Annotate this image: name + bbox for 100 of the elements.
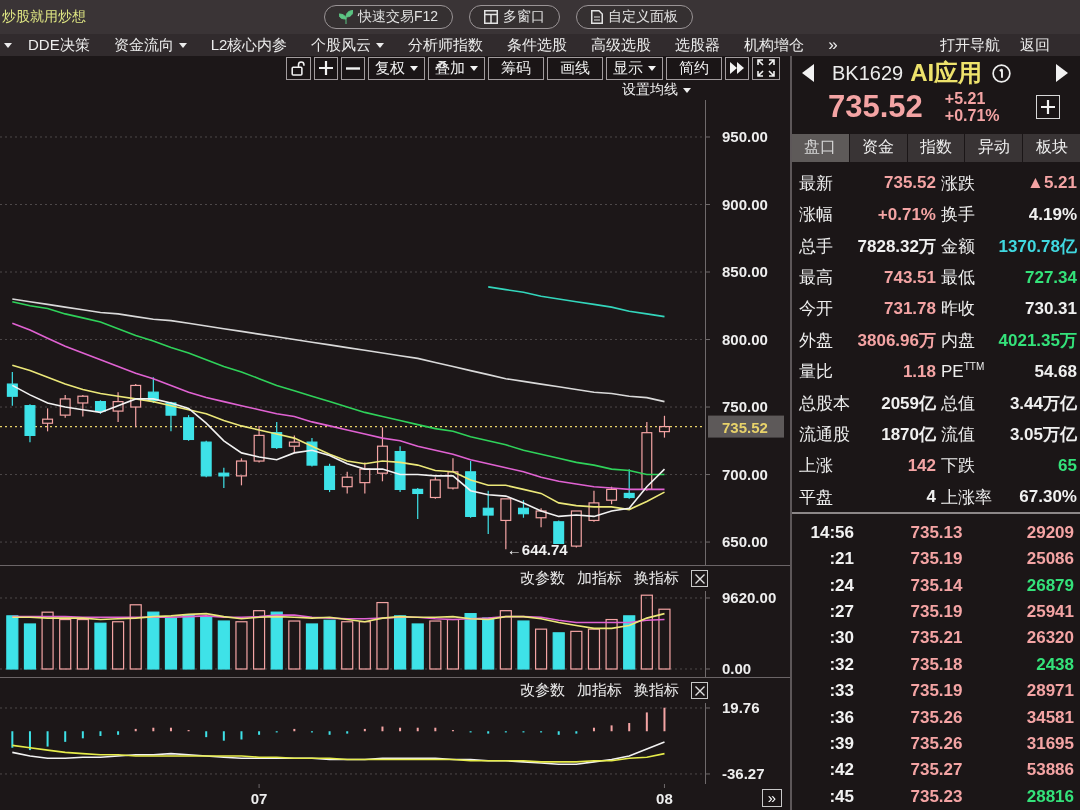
candlestick [359, 461, 371, 495]
stat-label: 上涨率 [941, 486, 992, 509]
menu-item[interactable]: DDE决策 [28, 35, 90, 55]
fullscreen-button[interactable] [752, 56, 780, 80]
stat-value: 1870亿 [881, 424, 936, 446]
macd-bar [592, 727, 595, 732]
stat-label: 流值 [941, 424, 975, 446]
stat-value: 4 [926, 487, 936, 508]
stat-label: 涨跌 [941, 172, 975, 195]
menu-item[interactable]: 高级选股 [591, 35, 652, 55]
toolbar-button[interactable]: 叠加 [428, 56, 485, 80]
lock-button[interactable] [286, 56, 311, 80]
stat-label: 总股本 [799, 392, 850, 415]
macd-bar [434, 727, 437, 732]
candlestick [271, 421, 283, 450]
candlestick [447, 457, 459, 490]
circled-one-icon[interactable] [992, 63, 1012, 83]
volume-bar [6, 615, 19, 670]
nav-link[interactable]: 返回 [1020, 35, 1050, 55]
tab[interactable]: 指数 [907, 133, 965, 162]
trade-price: 735.26 [909, 707, 964, 728]
macd-bar [134, 728, 137, 732]
last-price: 735.52 [828, 88, 923, 125]
macd-bar [293, 728, 296, 732]
stat-value: 4.19% [1028, 204, 1077, 225]
candlestick [570, 510, 582, 549]
stat-value: 4021.35万 [998, 329, 1077, 352]
volume-bar [658, 608, 671, 670]
menu-item[interactable]: 个股风云 [311, 35, 385, 55]
toolbar-button[interactable]: 简约 [666, 56, 722, 80]
add-button[interactable] [1036, 94, 1060, 119]
volume-bar [535, 628, 548, 670]
indicator-action[interactable]: 换指标 [634, 681, 679, 700]
minus-button[interactable] [341, 56, 365, 80]
trade-price: 735.23 [909, 786, 964, 807]
stat-value: 67.30% [1019, 487, 1077, 508]
menu-item[interactable]: 条件选股 [507, 35, 568, 55]
trade-time: :33 [828, 681, 854, 702]
indicator-action[interactable]: 加指标 [577, 569, 622, 588]
fast-forward-icon [730, 62, 744, 74]
index-name: AI应用 [910, 58, 983, 88]
indicator-action[interactable]: 加指标 [577, 681, 622, 700]
volume-bar [217, 620, 230, 670]
current-price-tag: 735.52 [708, 415, 784, 438]
trade-time: :21 [828, 549, 854, 570]
menu-item[interactable]: 选股器 [675, 35, 721, 55]
top-button[interactable]: 自定义面板 [576, 5, 694, 29]
stat-label: 总手 [799, 235, 833, 258]
volume-bar [23, 623, 37, 670]
top-button[interactable]: 多窗口 [469, 5, 561, 29]
more-menu-button[interactable]: » [828, 35, 838, 55]
tab[interactable]: 异动 [965, 133, 1023, 162]
stat-label: 量比 [799, 361, 833, 384]
tab[interactable]: 资金 [849, 133, 907, 162]
menu-item[interactable]: L2核心内参 [210, 35, 288, 55]
macd-bar [169, 727, 172, 732]
stat-label: 内盘 [941, 329, 975, 352]
macd-bar [575, 731, 578, 734]
tab[interactable]: 板块 [1023, 133, 1080, 162]
plus-icon [1041, 99, 1055, 114]
stat-value: +0.71% [877, 204, 936, 225]
minus-icon [346, 66, 360, 70]
macd-bar [487, 731, 490, 734]
scroll-right-button[interactable]: » [762, 789, 782, 807]
toolbar-button[interactable]: 复权 [368, 56, 425, 80]
indicator-action[interactable]: 改参数 [520, 569, 565, 588]
plus-icon [319, 61, 333, 75]
top-button[interactable]: 快速交易F12 [324, 5, 454, 29]
indicator-action[interactable]: 换指标 [634, 569, 679, 588]
trade-time: :42 [828, 760, 854, 781]
tab[interactable]: 盘口 [792, 133, 849, 162]
caret-icon [4, 42, 12, 48]
toolbar-button[interactable]: 筹码 [488, 56, 544, 80]
close-button[interactable] [691, 570, 708, 587]
fast-forward-button[interactable] [725, 56, 749, 80]
candlestick [500, 498, 512, 550]
candlestick [535, 507, 547, 528]
menu-item[interactable]: 资金流向 [113, 35, 187, 55]
trade-price: 735.27 [909, 760, 964, 781]
left-arrow-icon[interactable] [802, 64, 814, 82]
macd-bar [663, 707, 666, 732]
right-arrow-icon[interactable] [1056, 64, 1068, 82]
menu-item[interactable]: 分析师指数 [408, 35, 484, 55]
ma-settings-button[interactable]: 设置均线 [622, 81, 691, 99]
toolbar-button[interactable]: 画线 [547, 56, 603, 80]
lock-icon [291, 60, 306, 76]
indicator-action[interactable]: 改参数 [520, 681, 565, 700]
close-button[interactable] [691, 682, 708, 699]
toolbar-button[interactable]: 显示 [606, 56, 663, 80]
trade-volume: 53886 [1025, 760, 1074, 781]
percent-change: +0.71% [944, 106, 1000, 124]
macd-bar [222, 731, 225, 741]
volume-bar [552, 632, 565, 670]
candlestick [218, 467, 230, 489]
plus-button[interactable] [314, 56, 338, 80]
nav-link[interactable]: 打开导航 [940, 35, 1000, 55]
volume-bar [253, 610, 266, 670]
menu-item[interactable]: 机构增仓 [744, 35, 805, 55]
sprout-icon [339, 10, 353, 24]
volume-bar [429, 620, 442, 670]
